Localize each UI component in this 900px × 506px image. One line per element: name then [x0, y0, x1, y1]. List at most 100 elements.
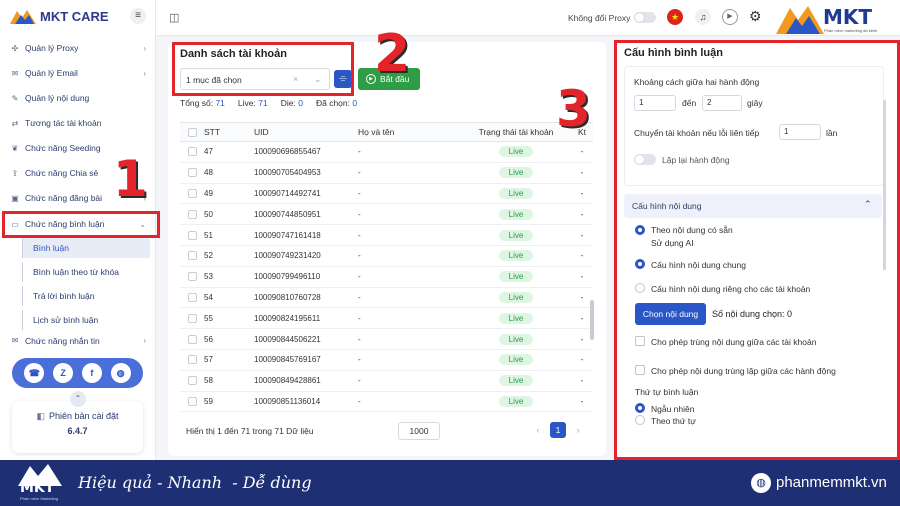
- column-header[interactable]: UID: [254, 127, 358, 137]
- sidebar-subitem-comment-keyword[interactable]: Bình luận theo từ khóa: [22, 262, 150, 282]
- cell-uid: 100090849428861: [254, 376, 321, 386]
- footer-slogan: Hiệu quả - Nhanh - Dễ dùng: [78, 473, 312, 492]
- layout-icon[interactable]: ◫: [169, 11, 179, 24]
- cell-stt: 57: [204, 355, 213, 365]
- cell-kt: -: [580, 251, 584, 261]
- cell-kt: -: [580, 396, 584, 406]
- sidebar-subitem-comment[interactable]: Bình luận: [22, 238, 150, 258]
- status-badge: Live: [498, 271, 534, 283]
- gear-icon[interactable]: ⚙: [749, 8, 762, 25]
- row-checkbox[interactable]: [187, 147, 197, 157]
- accounts-table: STT UID Họ và tên Trạng thái tài khoản K…: [180, 122, 593, 412]
- version-value: 6.4.7: [67, 426, 88, 436]
- row-checkbox[interactable]: [187, 251, 197, 261]
- stat-die-label: Die:: [280, 98, 296, 108]
- column-header[interactable]: STT: [204, 127, 254, 137]
- column-header[interactable]: Họ và tên: [358, 127, 460, 137]
- sidebar-subitem-reply-comment[interactable]: Trả lời bình luận: [22, 286, 150, 306]
- menu-toggle-button[interactable]: ≡: [130, 8, 146, 24]
- table-row[interactable]: 48 100090705404953 - Live -: [180, 163, 593, 184]
- cell-uid: 100090810760728: [254, 292, 321, 302]
- row-checkbox[interactable]: [187, 396, 197, 406]
- mkt-mountain-icon: [776, 6, 824, 34]
- row-checkbox[interactable]: [187, 355, 197, 365]
- cell-stt: 55: [204, 313, 213, 323]
- table-row[interactable]: 49 100090714492741 - Live -: [180, 184, 593, 205]
- cell-stt: 58: [204, 376, 213, 386]
- prev-page-button[interactable]: ‹: [530, 422, 546, 438]
- cell-kt: -: [580, 209, 584, 219]
- row-checkbox[interactable]: [187, 272, 197, 282]
- bell-icon[interactable]: ♫: [695, 9, 711, 25]
- sidebar-item-message[interactable]: ✉ Chức năng nhắn tin ›: [10, 336, 146, 348]
- post-icon: ▣: [11, 193, 19, 203]
- chevron-up-icon[interactable]: ⌃: [70, 391, 86, 407]
- sidebar-item-content[interactable]: ✎ Quản lý nội dung: [10, 87, 146, 109]
- row-checkbox[interactable]: [187, 168, 197, 178]
- row-checkbox[interactable]: [187, 376, 197, 386]
- select-all-checkbox[interactable]: [187, 127, 197, 137]
- table-body: 47 100090696855467 - Live - 48 100090705404953…: [180, 142, 593, 412]
- overlay-logo-text: MKT: [823, 5, 873, 29]
- row-checkbox[interactable]: [187, 188, 197, 198]
- table-row[interactable]: 54 100090810760728 - Live -: [180, 288, 593, 309]
- cell-stt: 48: [204, 168, 213, 178]
- row-checkbox[interactable]: [187, 209, 197, 219]
- table-row[interactable]: 47 100090696855467 - Live -: [180, 142, 593, 163]
- facebook-icon[interactable]: f: [81, 363, 102, 383]
- table-row[interactable]: 56 100090844506221 - Live -: [180, 329, 593, 350]
- table-row[interactable]: 53 100090799496110 - Live -: [180, 267, 593, 288]
- table-row[interactable]: 50 100090744850951 - Live -: [180, 204, 593, 226]
- account-stats: Tổng số: 71 Live: 71 Die: 0 Đã chọn: 0: [180, 98, 357, 108]
- table-row[interactable]: 55 100090824195611 - Live -: [180, 308, 593, 330]
- row-checkbox[interactable]: [187, 334, 197, 344]
- table-header: STT UID Họ và tên Trạng thái tài khoản K…: [180, 123, 593, 142]
- cell-kt: -: [580, 292, 584, 302]
- footer-website[interactable]: phanmemmkt.vn: [776, 474, 887, 491]
- row-checkbox[interactable]: [187, 292, 197, 302]
- mkt-overlay-logo: MKT Phần mềm marketing đa kênh: [776, 3, 900, 35]
- sidebar-subitem-comment-history[interactable]: Lịch sử bình luận: [22, 310, 150, 330]
- vietnam-flag-icon[interactable]: ★: [667, 9, 683, 25]
- cell-name: -: [358, 376, 361, 386]
- support-icon[interactable]: ☎: [24, 363, 45, 383]
- highlight-box-3: [614, 40, 900, 460]
- sidebar-item-interaction[interactable]: ⇄ Tương tác tài khoản: [10, 112, 146, 134]
- table-row[interactable]: 57 100090845769167 - Live -: [180, 350, 593, 371]
- sidebar-item-label: Tương tác tài khoản: [25, 118, 102, 128]
- mkt-logo-icon: [10, 10, 36, 24]
- zalo-icon[interactable]: Z: [53, 363, 74, 383]
- page-1-button[interactable]: 1: [550, 422, 566, 438]
- social-links: ☎ Z f ◍: [12, 358, 143, 388]
- table-row[interactable]: 52 100090749231420 - Live -: [180, 246, 593, 267]
- next-page-button[interactable]: ›: [570, 422, 586, 438]
- cell-uid: 100090851136014: [254, 396, 321, 406]
- status-badge: Live: [498, 395, 534, 407]
- status-badge: Live: [498, 187, 534, 199]
- footer-logo-sub: Phần mềm Marketing: [20, 496, 59, 501]
- website-icon[interactable]: ◍: [110, 363, 131, 383]
- status-badge: Live: [498, 354, 534, 366]
- version-card: ◧ Phiên bản cài đặt 6.4.7: [12, 401, 143, 453]
- email-icon: ✉: [11, 68, 19, 78]
- table-row[interactable]: 58 100090849428861 - Live -: [180, 371, 593, 392]
- row-checkbox[interactable]: [187, 313, 197, 323]
- play-icon[interactable]: ▶: [722, 9, 738, 25]
- page-size-select[interactable]: 1000: [398, 422, 440, 440]
- share-icon: ⇪: [11, 168, 19, 178]
- sidebar-item-email[interactable]: ✉ Quản lý Email ›: [10, 62, 146, 84]
- table-scrollbar[interactable]: [590, 300, 594, 340]
- sidebar-item-proxy[interactable]: ✣ Quản lý Proxy ›: [10, 37, 146, 59]
- brand-logo[interactable]: MKT CARE: [10, 8, 109, 24]
- cell-stt: 53: [204, 272, 213, 282]
- cell-name: -: [358, 334, 361, 344]
- table-row[interactable]: 51 100090747161418 - Live -: [180, 225, 593, 246]
- proxy-toggle[interactable]: [634, 12, 656, 23]
- stat-total-value: 71: [215, 98, 225, 108]
- cell-uid: 100090844506221: [254, 334, 321, 344]
- sidebar-item-label: Quản lý nội dung: [25, 93, 90, 103]
- table-row[interactable]: 59 100090851136014 - Live -: [180, 392, 593, 412]
- row-checkbox[interactable]: [187, 230, 197, 240]
- status-badge: Live: [498, 312, 534, 324]
- cell-uid: 100090845769167: [254, 355, 321, 365]
